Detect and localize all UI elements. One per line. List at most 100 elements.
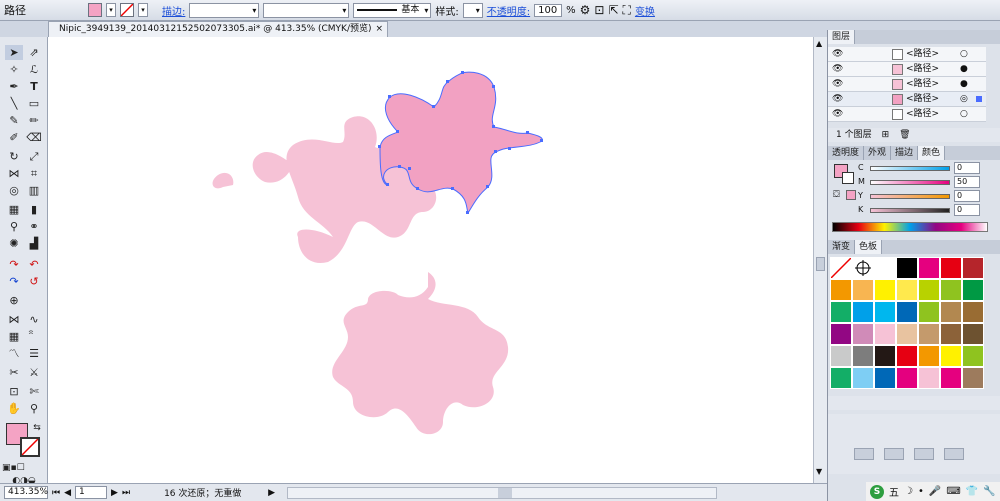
color-swatch[interactable] xyxy=(918,279,940,301)
eye-icon[interactable]: 👁 xyxy=(832,92,843,107)
stroke-link[interactable]: 描边: xyxy=(162,3,185,18)
target-icon[interactable]: ○ xyxy=(960,107,968,122)
page-select[interactable]: 1 xyxy=(75,486,108,499)
out-of-gamut-icon[interactable]: ⛋ xyxy=(833,190,840,200)
color-swatch[interactable] xyxy=(962,323,984,345)
color-swatch[interactable] xyxy=(852,279,874,301)
wrench-icon[interactable]: 🔧 xyxy=(983,486,995,497)
scroll-up-icon[interactable]: ▲ xyxy=(816,39,822,48)
target-tool-icon[interactable]: ⊕ xyxy=(5,293,23,308)
punct-icon[interactable]: • xyxy=(918,486,924,497)
black-input[interactable]: 0 xyxy=(954,204,980,216)
live-paint-icon[interactable]: ▥ xyxy=(25,183,43,198)
color-swatch[interactable] xyxy=(896,323,918,345)
color-swatch[interactable] xyxy=(962,301,984,323)
swap-colors-icon[interactable]: ⇆ xyxy=(28,421,46,436)
transform-arrow-icon[interactable]: ⇱ xyxy=(608,3,618,17)
mesh-icon[interactable]: ▦ xyxy=(5,329,23,344)
variable-width-select[interactable] xyxy=(263,2,350,18)
align-icon[interactable]: ⊡ xyxy=(594,3,604,17)
scroll-thumb[interactable] xyxy=(816,257,825,271)
color-stroke-box[interactable] xyxy=(842,172,854,184)
close-tab-icon[interactable]: × xyxy=(375,22,383,36)
tab-stroke[interactable]: 描边 xyxy=(891,146,919,160)
brush-select[interactable]: 基本 xyxy=(353,2,432,18)
shape-builder-icon[interactable]: ◎ xyxy=(5,183,23,198)
blob-brush-icon[interactable]: ✐ xyxy=(5,130,23,145)
free-transform-icon[interactable]: ⌗ xyxy=(25,166,43,181)
color-swatch[interactable] xyxy=(918,345,940,367)
panel-button[interactable] xyxy=(854,448,874,460)
eye-icon[interactable]: 👁 xyxy=(832,47,843,62)
color-swatch[interactable] xyxy=(874,345,896,367)
panel-button[interactable] xyxy=(884,448,904,460)
yellow-slider[interactable]: Y0 xyxy=(858,190,980,202)
layer-row[interactable]: 👁 <路径> ○ xyxy=(828,107,986,122)
color-swatch[interactable] xyxy=(918,257,940,279)
target-icon[interactable]: ○ xyxy=(960,47,968,62)
column-graph-icon[interactable]: ▟ xyxy=(25,236,43,251)
last-page-icon[interactable]: ⏭ xyxy=(122,488,130,498)
target-icon[interactable]: ◎ xyxy=(960,92,968,107)
color-swatch[interactable] xyxy=(830,345,852,367)
shirt-icon[interactable]: 👕 xyxy=(966,486,978,497)
envelope-icon[interactable]: ⋈ xyxy=(5,312,23,327)
magic-wand-icon[interactable]: ✧ xyxy=(5,62,23,77)
type-tool-icon[interactable]: T xyxy=(25,79,43,94)
color-swatch[interactable] xyxy=(830,323,852,345)
magenta-input[interactable]: 50 xyxy=(954,176,980,188)
eraser-icon[interactable]: ⌫ xyxy=(25,130,43,145)
symbol-sprayer-icon[interactable]: ✺ xyxy=(5,236,23,251)
color-swatch[interactable] xyxy=(940,301,962,323)
color-swatch[interactable] xyxy=(874,257,896,279)
opacity-input[interactable]: 100 xyxy=(534,3,563,17)
color-swatch[interactable] xyxy=(852,301,874,323)
yellow-bar[interactable] xyxy=(870,194,950,199)
yellow-input[interactable]: 0 xyxy=(954,190,980,202)
width-tool-icon[interactable]: ⋈ xyxy=(5,166,23,181)
color-swatch[interactable] xyxy=(852,367,874,389)
eye-icon[interactable]: 👁 xyxy=(832,62,843,77)
layer-row[interactable]: 👁 <路径> ● xyxy=(828,77,986,92)
panel-button[interactable] xyxy=(914,448,934,460)
curvature-blue-icon[interactable]: ↷ xyxy=(5,274,23,289)
fill-dropdown[interactable]: ▾ xyxy=(106,3,116,17)
layer-row[interactable]: 👁 <路径> ○ xyxy=(828,47,986,62)
color-swatch[interactable] xyxy=(962,367,984,389)
delete-layer-icon[interactable]: 🗑 xyxy=(899,128,910,142)
gradient-tool-icon[interactable]: ▮ xyxy=(25,202,43,217)
panel-button[interactable] xyxy=(944,448,964,460)
color-swatch[interactable] xyxy=(962,345,984,367)
eyedropper-icon[interactable]: ⚲ xyxy=(5,219,23,234)
recolor-icon[interactable]: ⚙ xyxy=(580,3,591,17)
color-swatch[interactable] xyxy=(852,257,874,279)
color-swatch[interactable] xyxy=(830,279,852,301)
color-swatch[interactable] xyxy=(874,367,896,389)
color-swatch[interactable] xyxy=(830,301,852,323)
color-swatch[interactable] xyxy=(852,323,874,345)
cyan-slider[interactable]: C0 xyxy=(858,162,980,174)
artboard-canvas[interactable] xyxy=(48,37,827,483)
selection-tool-icon[interactable]: ➤ xyxy=(5,45,23,60)
ime-mode[interactable]: 五 xyxy=(889,484,899,499)
line-tool-icon[interactable]: ╲ xyxy=(5,96,23,111)
color-swatch[interactable] xyxy=(962,257,984,279)
black-slider[interactable]: K0 xyxy=(858,204,980,216)
slice-tool-icon[interactable]: ✂ xyxy=(5,365,23,380)
color-swatch[interactable] xyxy=(940,367,962,389)
stroke-dropdown[interactable]: ▾ xyxy=(138,3,148,17)
next-page-icon[interactable]: ▶ xyxy=(111,488,118,498)
color-spectrum[interactable] xyxy=(832,222,988,232)
color-swatch[interactable] xyxy=(830,367,852,389)
color-swatch[interactable] xyxy=(874,323,896,345)
magenta-slider[interactable]: M 50 xyxy=(858,176,980,188)
vertical-scrollbar[interactable]: ▲ ▼ xyxy=(813,37,827,483)
isolate-icon[interactable]: ⛶ xyxy=(623,3,631,18)
twirl-icon[interactable]: ꩰ xyxy=(25,329,43,344)
list-icon[interactable]: ☰ xyxy=(25,346,43,361)
transform-link[interactable]: 变换 xyxy=(635,3,655,18)
tab-color[interactable]: 颜色 xyxy=(918,146,946,160)
scale-tool-icon[interactable]: ⤢ xyxy=(25,149,43,164)
zoom-tool-icon[interactable]: ⚲ xyxy=(25,401,43,416)
paintbrush-icon[interactable]: ✎ xyxy=(5,113,23,128)
